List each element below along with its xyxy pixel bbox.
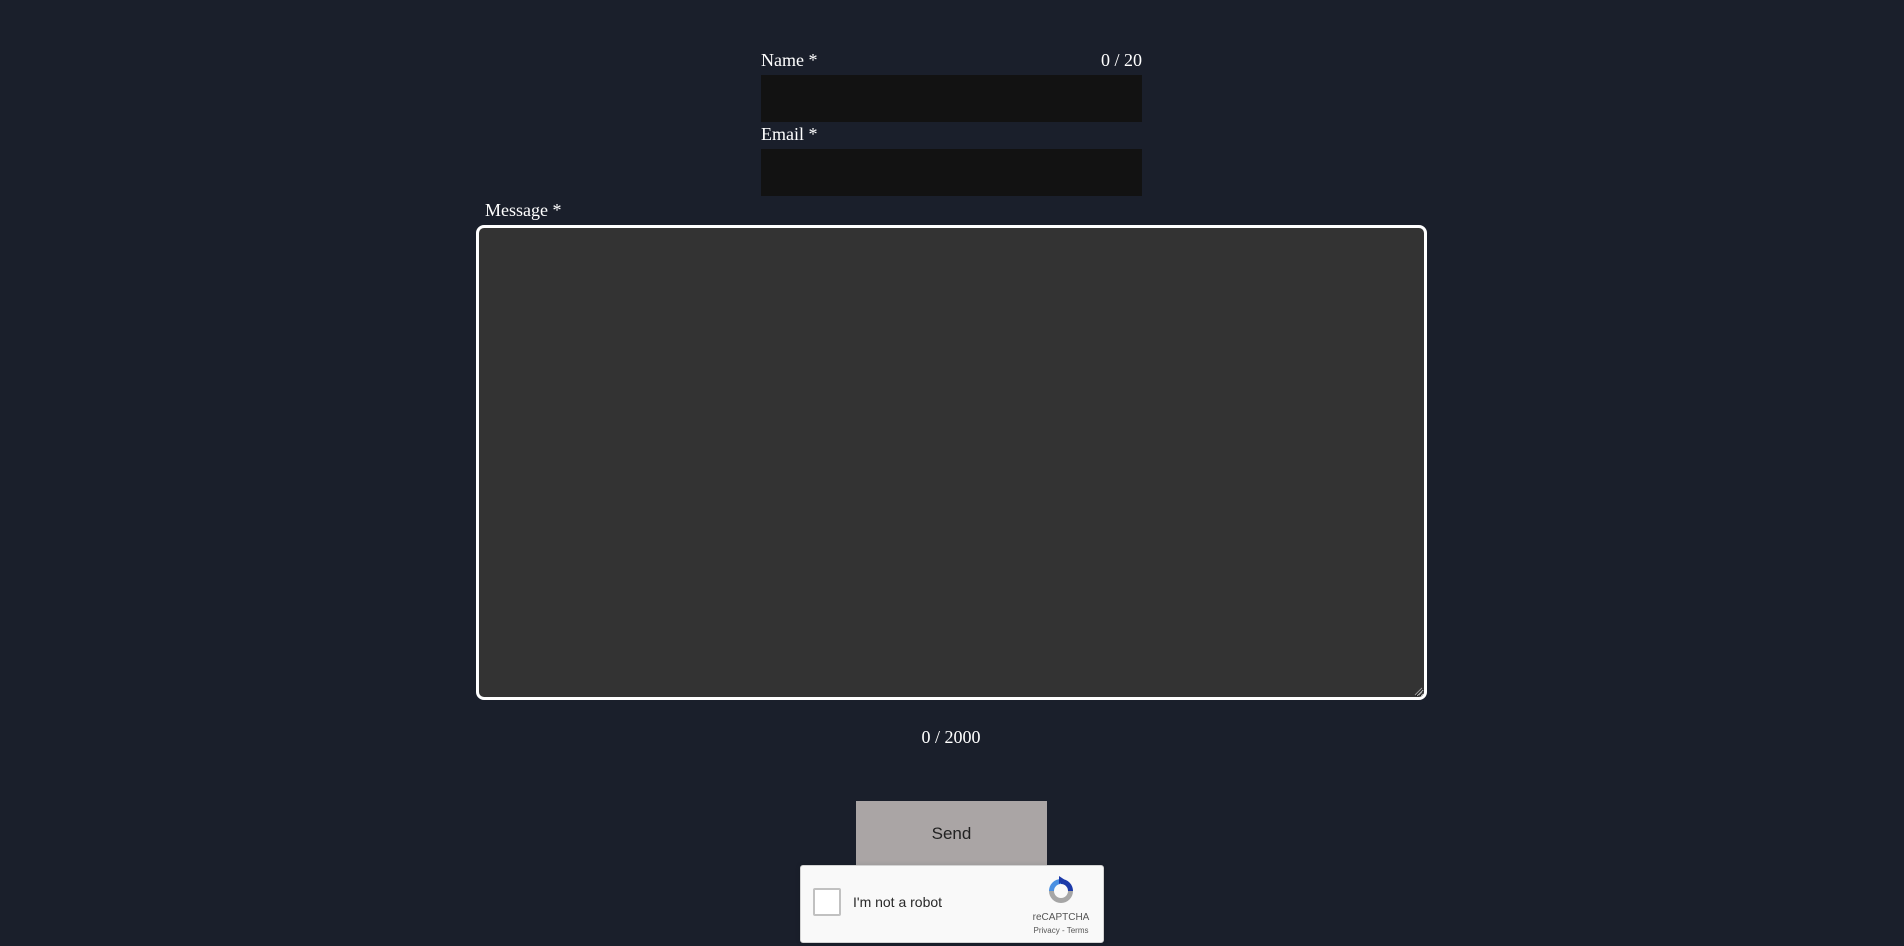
name-character-counter: 0 / 20: [1100, 50, 1142, 70]
recaptcha-checkbox[interactable]: [813, 888, 841, 916]
message-label: Message *: [485, 200, 562, 220]
name-label: Name *: [761, 50, 818, 70]
message-textarea[interactable]: [476, 225, 1427, 700]
recaptcha-privacy-link[interactable]: Privacy: [1034, 926, 1060, 935]
recaptcha-label: I'm not a robot: [853, 894, 943, 910]
recaptcha-links: Privacy - Terms: [1021, 926, 1101, 936]
email-input[interactable]: [761, 149, 1142, 196]
recaptcha-logo-icon: [1049, 876, 1073, 903]
email-label: Email *: [761, 124, 818, 144]
send-button[interactable]: Send: [856, 801, 1047, 866]
name-input[interactable]: [761, 75, 1142, 122]
message-character-counter: 0 / 2000: [921, 727, 981, 747]
recaptcha-link-separator: -: [1059, 926, 1067, 935]
recaptcha-brand: reCAPTCHA: [1032, 912, 1090, 923]
recaptcha-widget: I'm not a robot reCAPTCHA Privacy - Term…: [800, 865, 1104, 943]
resize-grip-icon[interactable]: [1413, 686, 1423, 696]
contact-form-page: Name * 0 / 20 Email * Message * 0 / 2000…: [0, 0, 1904, 946]
recaptcha-terms-link[interactable]: Terms: [1067, 926, 1089, 935]
